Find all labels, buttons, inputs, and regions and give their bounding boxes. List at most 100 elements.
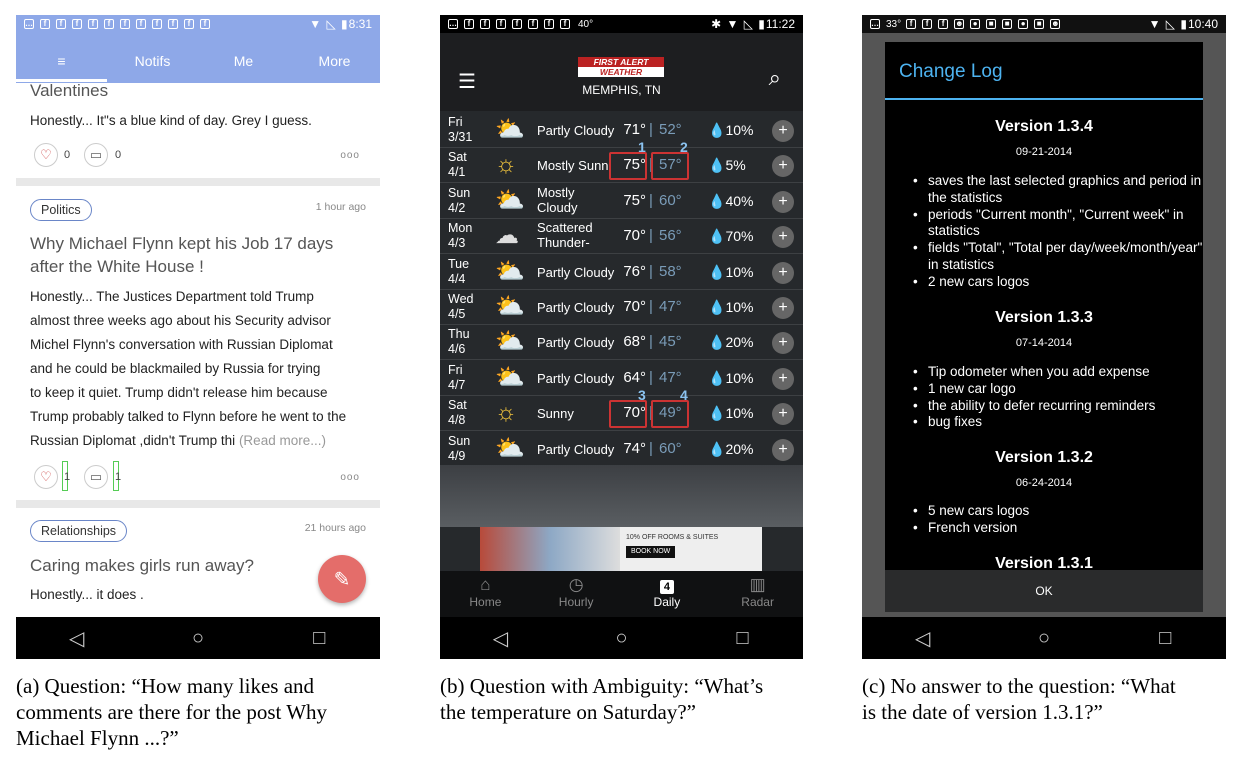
calendar-icon: 4	[622, 575, 713, 595]
more-icon[interactable]: ooo	[340, 472, 360, 483]
body-line-text: Russian Diplomat ,didn't Trump thi	[30, 433, 236, 448]
temp-separator: |	[649, 368, 653, 386]
day-date: 4/8	[448, 413, 466, 428]
tab-label: Daily	[653, 595, 681, 609]
comment-button[interactable]: ▭	[84, 143, 108, 167]
more-icon[interactable]: ooo	[340, 150, 360, 161]
read-more-link[interactable]: (Read more...)	[239, 433, 326, 448]
weather-icon: ⛅	[495, 257, 525, 285]
forecast-row[interactable]: Thu 4/6 ⛅ Partly Cloudy 68° | 45° 💧20% +	[440, 325, 803, 361]
day-date: 4/2	[448, 200, 466, 215]
dialog-title: Change Log	[899, 61, 1003, 82]
tab-me[interactable]: Me	[198, 53, 289, 75]
tab-radar[interactable]: ▥ Radar	[712, 571, 803, 617]
high-temp: 68°	[623, 333, 646, 351]
post-time: 1 hour ago	[315, 201, 366, 213]
tab-notifs[interactable]: Notifs	[107, 53, 198, 75]
tab-daily[interactable]: 4 Daily	[622, 571, 713, 617]
post-body: Honestly... The Justices Department told…	[30, 285, 370, 453]
filter-tab[interactable]: ≡	[16, 53, 107, 75]
raindrop-icon: 💧	[708, 192, 726, 209]
recents-icon[interactable]: □	[1150, 627, 1180, 650]
raindrop-icon: 💧	[708, 263, 726, 280]
expand-button[interactable]: +	[772, 297, 794, 319]
expand-button[interactable]: +	[772, 120, 794, 142]
post-title[interactable]: Valentines	[30, 81, 108, 101]
recents-icon[interactable]: □	[304, 627, 334, 650]
expand-button[interactable]: +	[772, 332, 794, 355]
forecast-row[interactable]: Tue 4/4 ⛅ Partly Cloudy 76° | 58° 💧10% +	[440, 255, 803, 290]
ad-text: 10% OFF ROOMS & SUITES	[626, 534, 719, 541]
ad-button[interactable]: BOOK NOW	[626, 546, 676, 558]
expand-button[interactable]: +	[772, 438, 794, 461]
like-button[interactable]: ♡	[34, 465, 58, 489]
changelog-dialog: Change Log Version 1.3.4 09-21-2014 save…	[885, 42, 1203, 612]
tag-chip[interactable]: Politics	[30, 199, 92, 221]
post-title[interactable]: Caring makes girls run away?	[30, 556, 254, 576]
condition-label: Partly Cloudy	[537, 265, 614, 280]
tab-hourly[interactable]: ◷ Hourly	[531, 571, 622, 617]
post-title-line1[interactable]: Why Michael Flynn kept his Job 17 days	[30, 234, 333, 254]
post-title-line2[interactable]: after the White House !	[30, 257, 204, 277]
back-icon[interactable]: ◁	[908, 626, 938, 651]
forecast-row[interactable]: Sun 4/9 ⛅ Partly Cloudy 74° | 60° 💧20% +	[440, 432, 803, 467]
condition-text: Cloudy	[537, 199, 578, 215]
precip-value: 10%	[725, 369, 754, 386]
day-date: 4/4	[448, 271, 466, 286]
app-header: ☰ FIRST ALERT WEATHER MEMPHIS, TN ⌕	[440, 33, 803, 111]
android-navbar: ◁ ○ □	[862, 617, 1226, 659]
condition-text: Partly Cloudy	[537, 370, 615, 386]
forecast-row[interactable]: Wed 4/5 ⛅ Partly Cloudy 70° | 47° 💧10% +	[440, 290, 803, 325]
condition-label: Partly Cloudy	[537, 371, 614, 386]
comment-button[interactable]: ▭	[84, 465, 108, 489]
version-date: 06-24-2014	[1015, 477, 1073, 489]
precip-value: 10%	[725, 405, 754, 422]
tab-more[interactable]: More	[289, 53, 380, 75]
status-time: 10:40	[1187, 17, 1218, 31]
expand-button[interactable]: +	[772, 403, 794, 426]
tab-home[interactable]: ⌂ Home	[440, 571, 531, 617]
temp-separator: |	[649, 262, 653, 280]
day-name: Wed	[448, 292, 474, 306]
caption-b: (b) Question with Ambiguity: “What’s the…	[440, 673, 820, 725]
expand-button[interactable]: +	[772, 190, 794, 213]
forecast-row[interactable]: Fri 3/31 ⛅ Partly Cloudy 71° | 52° 💧10% +	[440, 113, 803, 148]
forecast-row[interactable]: Fri 4/7 ⛅ Partly Cloudy 64° | 47° 💧10% +	[440, 361, 803, 396]
annotation-number: 1	[638, 139, 646, 156]
condition-text: Partly Cloudy	[537, 441, 615, 457]
compose-button[interactable]: ✎	[318, 555, 366, 603]
condition-label: Partly Cloudy	[537, 123, 614, 138]
post-time: 21 hours ago	[304, 522, 366, 534]
home-icon[interactable]: ○	[183, 627, 213, 650]
tag-chip[interactable]: Relationships	[30, 520, 128, 542]
like-button[interactable]: ♡	[34, 143, 58, 167]
home-icon[interactable]: ○	[607, 627, 637, 650]
like-count: 0	[64, 149, 71, 161]
ok-button[interactable]: OK	[885, 570, 1203, 612]
android-navbar: ◁ ○ □	[16, 617, 380, 659]
condition-label: Scattered Thunder-	[537, 220, 593, 250]
pencil-icon: ✎	[333, 568, 351, 591]
precip-value: 20%	[725, 440, 754, 457]
precip-chance: 💧5%	[708, 157, 746, 174]
forecast-row[interactable]: Mon 4/3 ☁ Scattered Thunder- 70° | 56° 💧70% +	[440, 219, 803, 255]
caption-c: (c) No answer to the question: “What is …	[862, 673, 1235, 725]
condition-text: Sunny	[537, 406, 574, 422]
expand-button[interactable]: +	[772, 155, 794, 178]
expand-button[interactable]: +	[772, 226, 794, 249]
forecast-row[interactable]: Sun 4/2 ⛅ Mostly Cloudy 75° | 60° 💧40% +	[440, 184, 803, 219]
expand-button[interactable]: +	[772, 367, 794, 390]
ad-banner[interactable]: 10% OFF ROOMS & SUITES BOOK NOW	[480, 527, 762, 571]
background-clouds	[440, 465, 803, 527]
back-icon[interactable]: ◁	[62, 626, 92, 651]
high-temp: 76°	[623, 262, 646, 280]
cut-off-heading: Version 1.3.1	[885, 555, 1203, 570]
search-icon[interactable]: ⌕	[769, 65, 781, 91]
status-bar: … f f f f f f f 40° ✱ ▼ ◺ ▮ 11:22	[440, 15, 803, 33]
low-temp: 60°	[659, 191, 682, 209]
home-icon[interactable]: ○	[1029, 627, 1059, 650]
recents-icon[interactable]: □	[728, 627, 758, 650]
expand-button[interactable]: +	[772, 261, 794, 284]
back-icon[interactable]: ◁	[486, 626, 516, 651]
ad-image	[480, 527, 620, 571]
